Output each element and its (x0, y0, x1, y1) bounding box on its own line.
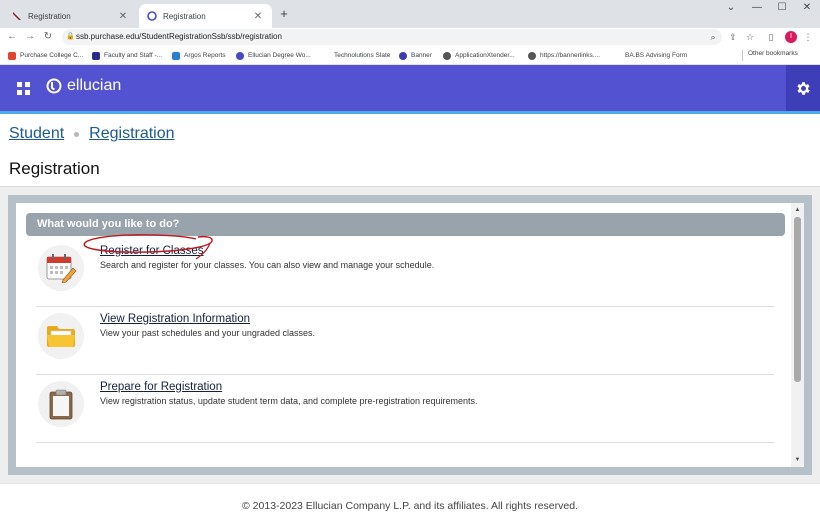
page-title-bar: Registration (0, 151, 820, 187)
tab-close-icon[interactable]: ✕ (117, 11, 129, 22)
prepare-for-registration-description: View registration status, update student… (100, 396, 478, 406)
browser-tab-2[interactable]: Registration ✕ (139, 4, 272, 28)
bookmark-item[interactable]: Argos Reports (172, 50, 226, 61)
tab-close-icon[interactable]: ✕ (252, 11, 264, 22)
bookmark-label: Banner (411, 52, 432, 59)
page-title: Registration (9, 159, 100, 178)
scroll-down-icon[interactable]: ▼ (791, 454, 804, 466)
bookmark-favicon-icon (172, 51, 180, 60)
bookmark-label: Argos Reports (184, 52, 226, 59)
reload-icon[interactable]: ↻ (40, 28, 56, 46)
back-arrow-icon[interactable]: ← (4, 28, 20, 46)
bookmark-label: ApplicationXtender... (455, 52, 515, 59)
list-item-view-registration-information: View Registration Information View your … (36, 307, 774, 375)
bookmark-label: Faculty and Staff -... (104, 52, 163, 59)
ellucian-mark-icon (46, 78, 62, 94)
bookmarks-bar: Purchase College C... Faculty and Staff … (0, 46, 820, 65)
bookmark-item[interactable]: Faculty and Staff -... (92, 50, 162, 61)
zoom-icon[interactable]: ⌕ (706, 28, 720, 46)
view-registration-information-description: View your past schedules and your ungrad… (100, 328, 315, 338)
other-bookmarks[interactable]: Other bookmarks (748, 50, 798, 57)
ellucian-favicon-icon (147, 11, 157, 21)
bookmark-label: Ellucian Degree Wo... (248, 52, 311, 59)
bookmark-item[interactable]: ApplicationXtender... (443, 50, 515, 61)
browser-tab-strip: Registration ✕ Registration ✕ + ⌄ — ☐ ✕ (0, 0, 820, 28)
side-panel-icon[interactable]: ▯ (764, 28, 778, 46)
address-bar[interactable]: 🔒 ssb.purchase.edu/StudentRegistrationSs… (62, 29, 722, 45)
gear-icon (796, 81, 810, 95)
breadcrumb-student-link[interactable]: Student (9, 125, 64, 143)
minimize-icon[interactable]: — (746, 2, 768, 13)
header-accent-line (0, 111, 820, 114)
bookmark-favicon-icon (613, 51, 621, 60)
forward-arrow-icon[interactable]: → (22, 28, 38, 46)
bookmark-label: Technolutions Slate (334, 52, 391, 59)
settings-button[interactable] (786, 65, 820, 111)
browser-tab-1[interactable]: Registration ✕ (4, 4, 137, 28)
footer-copyright: © 2013-2023 Ellucian Company L.P. and it… (0, 483, 820, 527)
scroll-up-icon[interactable]: ▲ (791, 204, 804, 216)
kebab-menu-icon[interactable]: ⋮ (801, 28, 815, 46)
profile-avatar[interactable]: I (785, 31, 797, 43)
maximize-icon[interactable]: ☐ (771, 2, 793, 13)
address-url: ssb.purchase.edu/StudentRegistrationSsb/… (76, 32, 282, 41)
bookmark-item[interactable]: Technolutions Slate (322, 50, 390, 61)
folder-icon[interactable] (38, 313, 84, 359)
registration-options-panel: What would you like to do? Register for … (16, 203, 804, 467)
list-item-register-for-classes: Register for Classes Search and register… (36, 234, 774, 307)
purchase-favicon-icon (12, 11, 22, 21)
lock-icon: 🔒 (66, 33, 75, 40)
other-bookmarks-label: Other bookmarks (748, 50, 798, 57)
list-item-prepare-for-registration: Prepare for Registration View registrati… (36, 375, 774, 443)
bookmark-separator (742, 50, 743, 61)
app-grid-icon[interactable] (17, 82, 30, 95)
view-registration-information-link[interactable]: View Registration Information (100, 313, 250, 325)
globe-icon (528, 51, 536, 60)
bookmark-item[interactable]: Ellucian Degree Wo... (236, 50, 311, 61)
chevron-down-icon[interactable]: ⌄ (720, 2, 742, 13)
bookmark-label: Purchase College C... (20, 52, 84, 59)
bookmark-favicon-icon (92, 51, 100, 60)
panel-heading: What would you like to do? (26, 213, 785, 236)
bookmark-item[interactable]: Banner (399, 50, 432, 61)
app-header: ellucian (0, 65, 820, 111)
bookmark-item[interactable]: https://bannerlinks.... (528, 50, 600, 61)
browser-tab-label: Registration (163, 11, 206, 21)
clipboard-icon[interactable] (38, 381, 84, 427)
browser-toolbar: ← → ↻ 🔒 ssb.purchase.edu/StudentRegistra… (0, 28, 820, 46)
bookmark-item[interactable]: Purchase College C... (8, 50, 83, 61)
share-icon[interactable]: ⇪ (726, 28, 740, 46)
globe-icon (443, 51, 451, 60)
bookmark-favicon-icon (322, 51, 330, 60)
register-for-classes-description: Search and register for your classes. Yo… (100, 260, 435, 270)
prepare-for-registration-link[interactable]: Prepare for Registration (100, 381, 222, 393)
breadcrumb-registration-link[interactable]: Registration (89, 125, 174, 143)
bookmark-favicon-icon (236, 51, 244, 60)
ellucian-logo[interactable]: ellucian (46, 77, 121, 95)
scroll-thumb[interactable] (794, 217, 801, 382)
breadcrumb: Student Registration (9, 124, 175, 144)
bookmark-label: BA.BS Advising Form (625, 52, 688, 59)
item-divider (36, 442, 774, 443)
browser-tab-label: Registration (28, 11, 71, 21)
breadcrumb-separator (74, 131, 80, 137)
bookmark-label: https://bannerlinks.... (540, 52, 600, 59)
new-tab-button[interactable]: + (276, 6, 292, 22)
star-icon[interactable]: ☆ (743, 28, 757, 46)
calendar-pencil-icon[interactable] (38, 245, 84, 291)
bookmark-item[interactable]: BA.BS Advising Form (613, 50, 687, 61)
bookmark-favicon-icon (399, 51, 407, 60)
bookmark-favicon-icon (8, 51, 16, 60)
panel-scrollbar[interactable]: ▲ ▼ (791, 203, 804, 467)
brand-name: ellucian (67, 77, 122, 94)
register-for-classes-link[interactable]: Register for Classes (100, 245, 204, 257)
window-close-icon[interactable]: ✕ (796, 2, 818, 13)
